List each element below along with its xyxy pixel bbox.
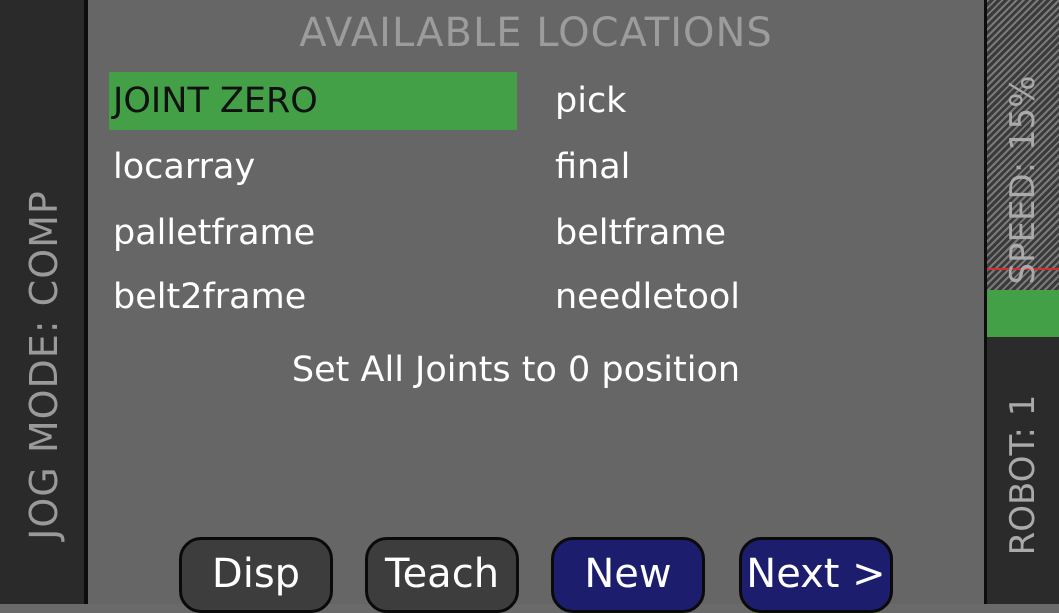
location-needletool[interactable]: needletool [551,268,931,326]
speed-level-fill [987,290,1059,337]
disp-button[interactable]: Disp [179,537,333,613]
location-final[interactable]: final [551,138,931,196]
location-palletframe[interactable]: palletframe [109,204,517,262]
next-button[interactable]: Next > [739,537,893,613]
location-beltframe[interactable]: beltframe [551,204,931,262]
location-description: Set All Joints to 0 position [291,350,741,390]
locations-panel: AVAILABLE LOCATIONS JOINT ZERO pick loca… [88,0,984,613]
speed-label: SPEED: 15% [1003,75,1043,285]
new-button[interactable]: New [551,537,705,613]
jog-mode-band: JOG MODE: COMP [0,0,88,604]
location-locarray[interactable]: locarray [109,138,517,196]
location-joint-zero[interactable]: JOINT ZERO [109,72,517,130]
location-belt2frame[interactable]: belt2frame [109,268,517,326]
jog-mode-label: JOG MODE: COMP [22,190,66,540]
teach-button[interactable]: Teach [365,537,519,613]
page-title: AVAILABLE LOCATIONS [299,10,773,56]
robot-label: ROBOT: 1 [1003,394,1043,556]
location-pick[interactable]: pick [551,72,931,130]
status-band: SPEED: 15% ROBOT: 1 [984,0,1059,604]
